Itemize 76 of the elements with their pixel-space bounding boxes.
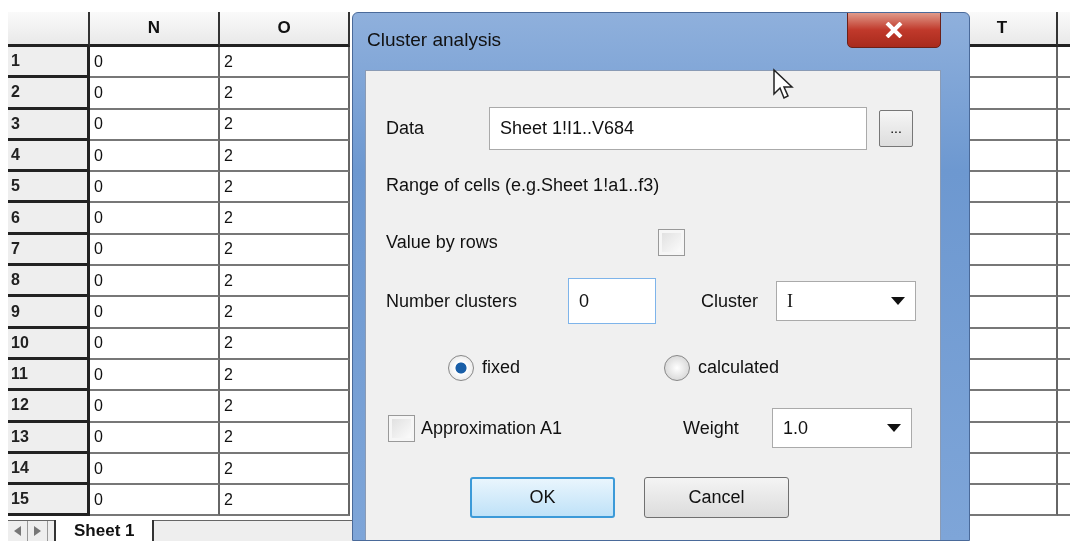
table-cell: 2 bbox=[220, 234, 350, 267]
row-header[interactable]: 8 bbox=[8, 266, 90, 298]
right-arrow-icon bbox=[34, 526, 41, 536]
column-header[interactable]: N bbox=[90, 12, 220, 47]
ok-button[interactable]: OK bbox=[470, 477, 615, 518]
row-header[interactable]: 6 bbox=[8, 203, 90, 235]
field-label: Cluster bbox=[701, 289, 759, 313]
row-header[interactable]: 2 bbox=[8, 78, 90, 110]
table-cell: 2 bbox=[220, 78, 350, 110]
radio-button[interactable] bbox=[448, 354, 474, 381]
table-cell: 2 bbox=[220, 359, 350, 392]
table-cell: 2 bbox=[220, 297, 350, 329]
cursor-icon bbox=[772, 68, 794, 100]
checkbox[interactable] bbox=[658, 229, 685, 256]
dropdown-arrow-icon bbox=[887, 424, 901, 432]
table-cell: 2 bbox=[220, 328, 350, 360]
cancel-button[interactable]: Cancel bbox=[644, 477, 789, 518]
table-cell: 2 bbox=[220, 172, 350, 204]
row-header[interactable]: 4 bbox=[8, 140, 90, 173]
row-header[interactable]: 1 bbox=[8, 47, 90, 79]
row-header[interactable]: 14 bbox=[8, 453, 90, 486]
field-label: Weight bbox=[683, 416, 740, 440]
row-header[interactable]: 9 bbox=[8, 297, 90, 329]
table-cell: 0 bbox=[90, 297, 220, 329]
radio-option[interactable]: calculated bbox=[664, 354, 780, 381]
row-header[interactable]: 11 bbox=[8, 359, 90, 392]
row-header[interactable]: 12 bbox=[8, 391, 90, 423]
table-cell: 2 bbox=[220, 140, 350, 173]
field-label: Data bbox=[386, 117, 426, 140]
row-header[interactable]: 5 bbox=[8, 172, 90, 204]
table-cell: 0 bbox=[90, 172, 220, 204]
table-cell: 0 bbox=[90, 234, 220, 267]
table-cell: 2 bbox=[220, 422, 350, 454]
table-cell: 2 bbox=[220, 453, 350, 486]
table-cell: 2 bbox=[220, 485, 350, 517]
table-cell: 0 bbox=[90, 203, 220, 235]
table-cell: 0 bbox=[90, 47, 220, 79]
radio-button[interactable] bbox=[664, 354, 690, 381]
column-header[interactable]: O bbox=[220, 12, 350, 47]
close-button[interactable] bbox=[847, 13, 941, 48]
table-cell: 0 bbox=[90, 78, 220, 110]
number-field[interactable]: 0 bbox=[568, 278, 656, 324]
row-header[interactable]: 13 bbox=[8, 422, 90, 454]
row-header[interactable]: 15 bbox=[8, 485, 90, 517]
dropdown-arrow-icon bbox=[891, 297, 905, 305]
weight-dropdown[interactable]: 1.0 bbox=[772, 408, 912, 448]
window-title: Cluster analysis bbox=[367, 28, 502, 52]
row-header[interactable]: 7 bbox=[8, 234, 90, 267]
table-cell: 0 bbox=[90, 328, 220, 360]
table-cell: 0 bbox=[90, 266, 220, 298]
table-cell: 0 bbox=[90, 359, 220, 392]
data-range-field[interactable]: Sheet 1!I1..V684 bbox=[489, 107, 867, 150]
table-cell: 0 bbox=[90, 140, 220, 173]
table-cell: 2 bbox=[220, 266, 350, 298]
sheet-tab[interactable]: Sheet 1 bbox=[54, 520, 155, 541]
close-icon bbox=[885, 22, 903, 38]
table-cell: 0 bbox=[90, 453, 220, 486]
table-cell: 2 bbox=[220, 47, 350, 79]
table-cell: 2 bbox=[220, 391, 350, 423]
field-label: Approximation A1 bbox=[421, 416, 564, 440]
table-cell: 2 bbox=[220, 203, 350, 235]
table-cell: 0 bbox=[90, 422, 220, 454]
table-cell: 0 bbox=[90, 485, 220, 517]
row-header[interactable]: 10 bbox=[8, 328, 90, 360]
field-label: Number clusters bbox=[386, 289, 519, 313]
checkbox[interactable] bbox=[388, 414, 415, 442]
hint-text: Range of cells (e.g.Sheet 1!a1..f3) bbox=[386, 174, 661, 197]
browse-button[interactable]: ... bbox=[879, 110, 913, 147]
row-header[interactable]: 3 bbox=[8, 109, 90, 141]
cluster-dropdown[interactable]: I bbox=[776, 281, 916, 321]
table-cell: 2 bbox=[220, 109, 350, 141]
table-cell: 0 bbox=[90, 109, 220, 141]
left-arrow-icon bbox=[14, 526, 21, 536]
radio-option[interactable]: fixed bbox=[448, 354, 664, 381]
field-label: Value by rows bbox=[386, 231, 499, 254]
table-cell: 0 bbox=[90, 391, 220, 423]
